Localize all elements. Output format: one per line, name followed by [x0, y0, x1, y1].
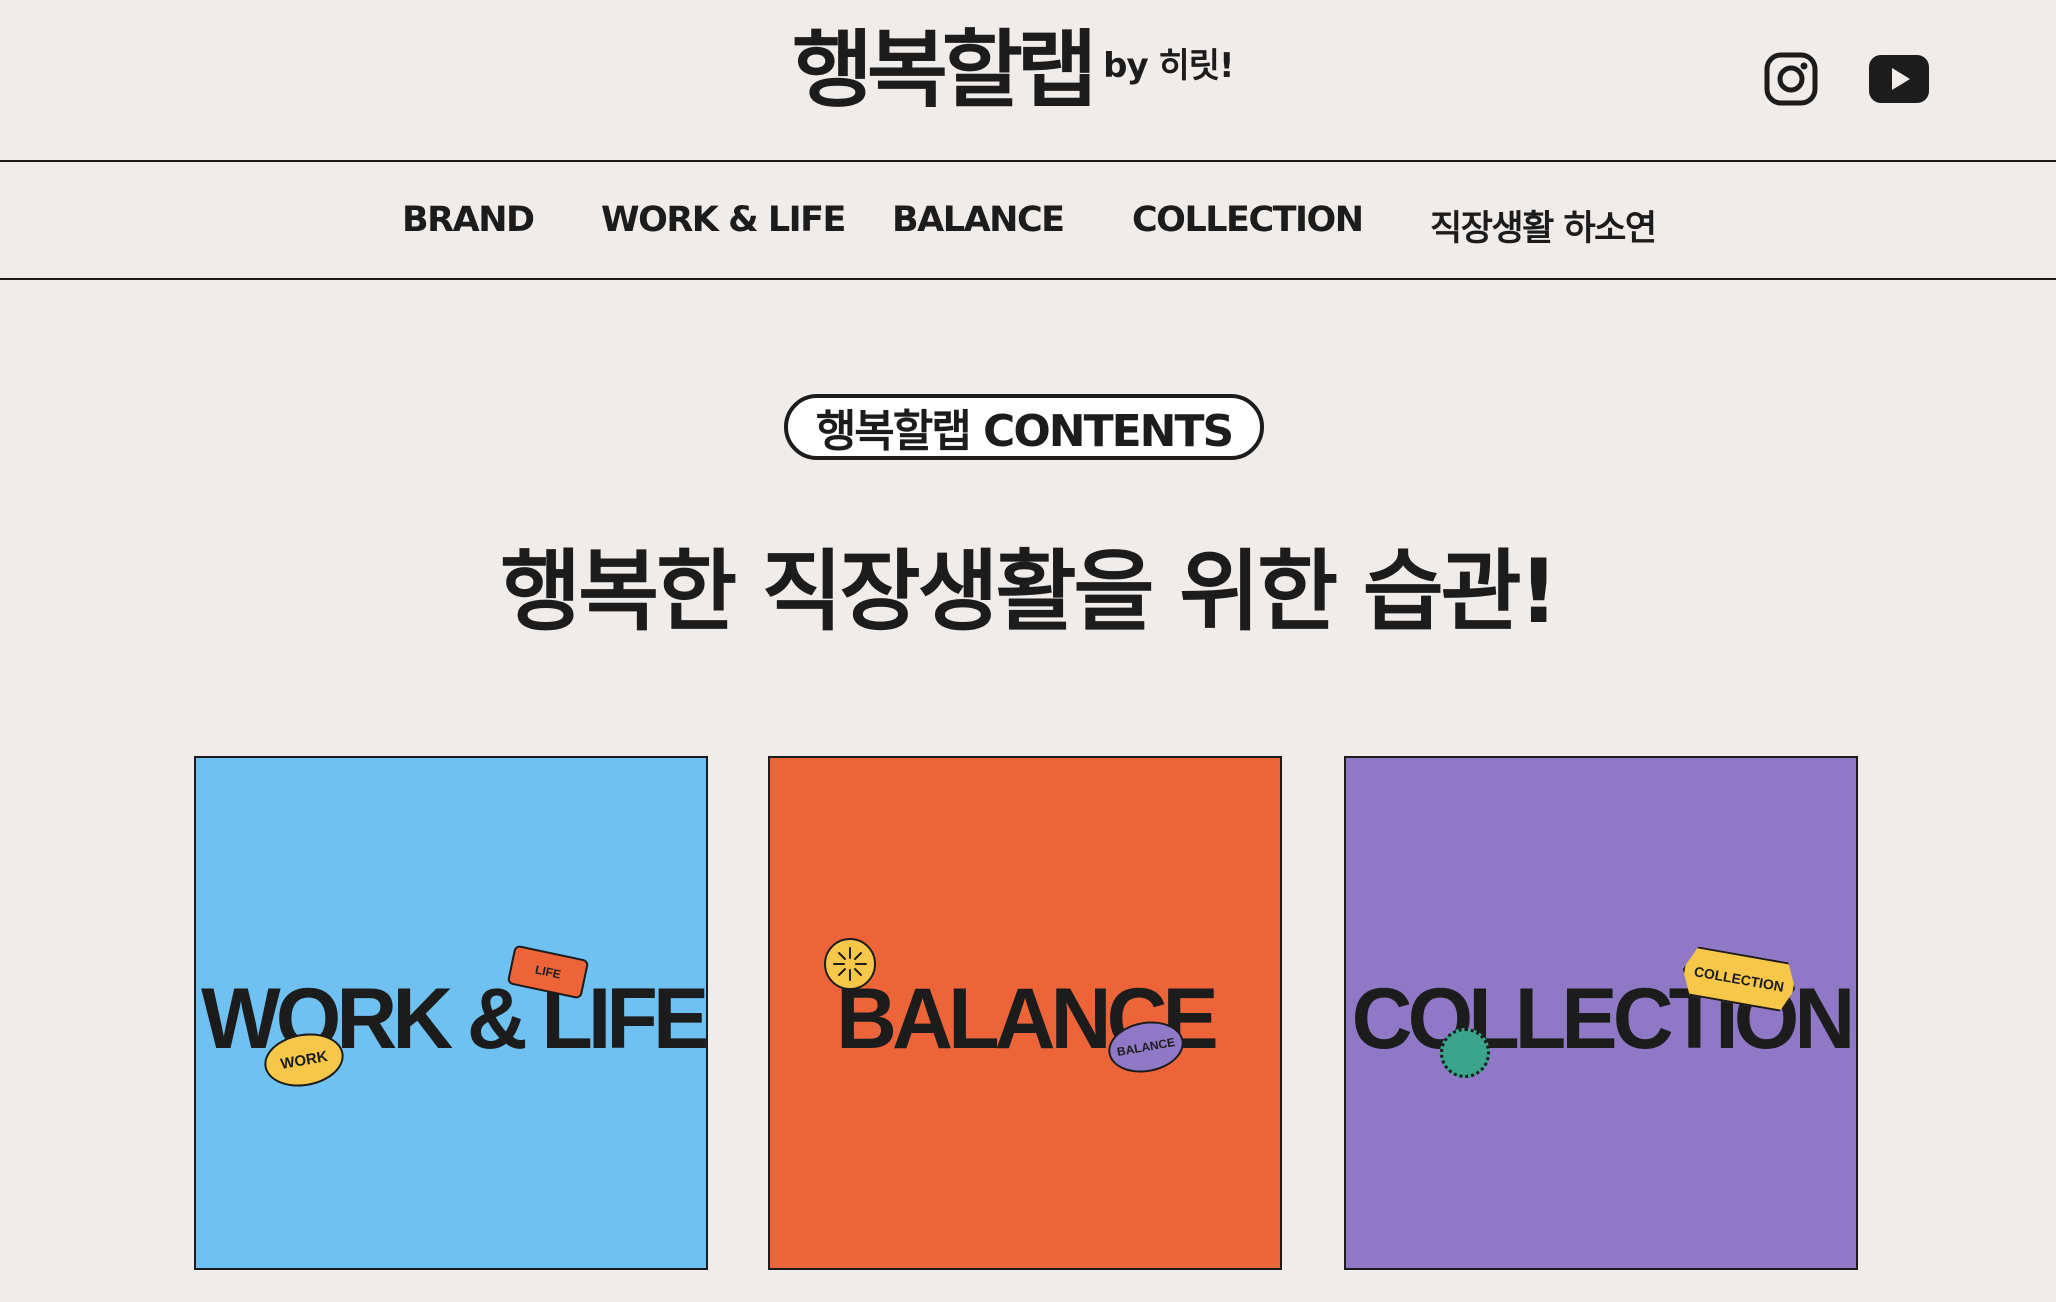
card-work-life[interactable]: WORK & LIFE WORK LIFE — [194, 756, 708, 1270]
logo-byline: by 히릿! — [1103, 46, 1234, 86]
dot-sticker-icon — [1440, 1028, 1490, 1078]
nav-item-balance[interactable]: BALANCE — [892, 200, 1065, 240]
nav-item-complaints[interactable]: 직장생활 하소연 — [1430, 200, 1657, 251]
main-nav: BRAND WORK & LIFE BALANCE COLLECTION 직장생… — [0, 162, 2056, 280]
card-balance[interactable]: BALANCE BALANCE — [768, 756, 1282, 1270]
nav-item-collection[interactable]: COLLECTION — [1132, 200, 1364, 240]
site-logo[interactable]: 행복할랩 by 히릿! — [792, 21, 1235, 119]
card-title: BALANCE — [836, 971, 1219, 1067]
nav-item-work-life[interactable]: WORK & LIFE — [601, 200, 846, 240]
nav-item-brand[interactable]: BRAND — [402, 200, 535, 240]
logo-wordmark: 행복할랩 — [792, 21, 1098, 119]
contents-badge: 행복할랩 CONTENTS — [784, 394, 1264, 460]
site-header: 행복할랩 by 히릿! — [0, 0, 2056, 162]
youtube-icon[interactable] — [1868, 54, 1930, 104]
section-headline: 행복한 직장생활을 위한 습관! — [500, 540, 1559, 643]
instagram-icon[interactable] — [1764, 52, 1818, 106]
card-collection[interactable]: COLLECTION COLLECTION — [1344, 756, 1858, 1270]
